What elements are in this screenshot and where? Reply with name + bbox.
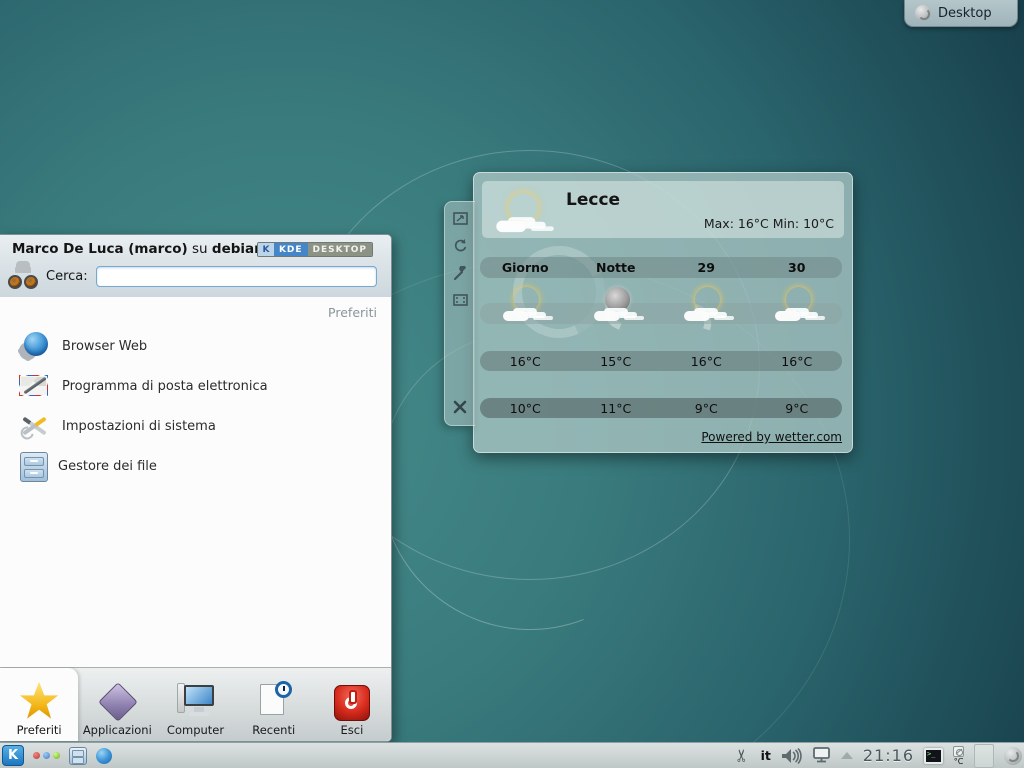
file-manager-launcher-icon[interactable] bbox=[69, 747, 87, 765]
rotate-icon[interactable] bbox=[453, 238, 468, 253]
tab-computer[interactable]: Computer bbox=[156, 668, 234, 741]
temp-value: 9°C bbox=[661, 401, 752, 416]
taskbar-panel: K ✂ it 21:16 °C bbox=[0, 742, 1024, 768]
desktop-toolbox[interactable]: Desktop bbox=[904, 0, 1018, 27]
klipper-scissors-icon[interactable]: ✂ bbox=[735, 748, 752, 762]
sun-cloud-icon bbox=[494, 193, 549, 234]
weather-max-min: Max: 16°C Min: 10°C bbox=[704, 216, 834, 231]
weather-tray-unit: °C bbox=[954, 758, 964, 766]
resize-icon[interactable] bbox=[453, 212, 468, 225]
moon-cloud-icon bbox=[592, 287, 640, 323]
panel-cashew-icon[interactable] bbox=[1004, 747, 1022, 765]
kmenu-button[interactable]: K bbox=[2, 745, 24, 766]
computer-icon bbox=[176, 681, 216, 721]
network-monitor-icon[interactable] bbox=[812, 747, 831, 764]
tab-applicazioni[interactable]: Applicazioni bbox=[78, 668, 156, 741]
close-icon[interactable] bbox=[452, 399, 468, 415]
search-binoculars-icon bbox=[8, 261, 38, 291]
panel-strip[interactable] bbox=[974, 744, 994, 768]
power-icon bbox=[334, 685, 370, 721]
weather-high-temps: 16°C 15°C 16°C 16°C bbox=[480, 351, 842, 371]
badge-kde-label: KDE bbox=[274, 243, 308, 256]
user-name: Marco De Luca (marco) bbox=[12, 241, 188, 257]
tab-label: Applicazioni bbox=[83, 723, 152, 737]
column-label: 29 bbox=[661, 260, 752, 275]
sun-cloud-icon bbox=[773, 287, 821, 323]
browser-launcher-icon[interactable] bbox=[96, 748, 112, 764]
desktop-toolbox-label: Desktop bbox=[938, 6, 992, 21]
temp-value: 15°C bbox=[571, 354, 662, 369]
temp-value: 16°C bbox=[661, 354, 752, 369]
kde-logo-icon: K bbox=[258, 243, 274, 256]
volume-icon[interactable] bbox=[781, 748, 802, 764]
column-label: 30 bbox=[752, 260, 843, 275]
tab-label: Recenti bbox=[252, 723, 295, 737]
temp-value: 16°C bbox=[480, 354, 571, 369]
kickoff-menu: Marco De Luca (marco) su debian K KDE DE… bbox=[0, 234, 392, 742]
cashew-icon bbox=[915, 5, 931, 21]
section-label: Preferiti bbox=[0, 305, 391, 320]
temp-value: 9°C bbox=[752, 401, 843, 416]
keyboard-layout-indicator[interactable]: it bbox=[761, 748, 771, 763]
document-clock-icon bbox=[254, 681, 294, 721]
applet-handle[interactable] bbox=[444, 201, 475, 426]
tab-label: Computer bbox=[167, 723, 224, 737]
menu-item-label: Programma di posta elettronica bbox=[62, 379, 268, 394]
pager-dots[interactable] bbox=[33, 752, 60, 759]
weather-header: Lecce Max: 16°C Min: 10°C bbox=[482, 181, 844, 238]
kde-desktop-badge: K KDE DESKTOP bbox=[257, 242, 373, 257]
kickoff-tabbar: Preferiti Applicazioni Computer Recenti … bbox=[0, 667, 391, 741]
temp-value: 16°C bbox=[752, 354, 843, 369]
tab-preferiti[interactable]: Preferiti bbox=[0, 668, 78, 741]
crossed-tools-icon bbox=[18, 410, 50, 442]
tab-label: Preferiti bbox=[17, 723, 62, 737]
title-connector: su bbox=[188, 241, 212, 257]
menu-item-label: Browser Web bbox=[62, 339, 147, 354]
tab-label: Esci bbox=[341, 723, 364, 737]
maximize-icon[interactable] bbox=[453, 294, 468, 306]
weather-icons-row bbox=[480, 303, 842, 324]
menu-item-email[interactable]: Programma di posta elettronica bbox=[0, 366, 391, 406]
weather-widget: Lecce Max: 16°C Min: 10°C Giorno Notte 2… bbox=[473, 172, 853, 453]
menu-item-file-manager[interactable]: Gestore dei file bbox=[0, 446, 391, 486]
globe-gear-icon bbox=[18, 330, 50, 362]
sun-cloud-icon bbox=[501, 287, 549, 323]
desktop: { "desktop": { "toolbox_label": "Desktop… bbox=[0, 0, 1024, 768]
file-cabinet-icon bbox=[20, 452, 48, 482]
configure-wrench-icon[interactable] bbox=[453, 266, 468, 281]
badge-desktop-label: DESKTOP bbox=[308, 243, 372, 256]
weather-city: Lecce bbox=[566, 190, 620, 210]
menu-item-label: Impostazioni di sistema bbox=[62, 419, 216, 434]
tab-recenti[interactable]: Recenti bbox=[235, 668, 313, 741]
column-label: Giorno bbox=[480, 260, 571, 275]
wetter-link[interactable]: Powered by wetter.com bbox=[701, 430, 842, 444]
system-tray: ✂ it 21:16 °C bbox=[736, 744, 1022, 768]
menu-item-system-settings[interactable]: Impostazioni di sistema bbox=[0, 406, 391, 446]
terminal-tray-icon[interactable] bbox=[924, 748, 943, 764]
search-label: Cerca: bbox=[46, 269, 88, 284]
menu-item-label: Gestore dei file bbox=[58, 459, 157, 474]
temp-value: 10°C bbox=[480, 401, 571, 416]
sun-cloud-icon bbox=[682, 287, 730, 323]
menu-item-browser-web[interactable]: Browser Web bbox=[0, 326, 391, 366]
tab-esci[interactable]: Esci bbox=[313, 668, 391, 741]
column-label: Notte bbox=[571, 260, 662, 275]
kickoff-favorites: Preferiti Browser Web Programma di posta… bbox=[0, 297, 391, 667]
weather-tray-icon[interactable]: °C bbox=[953, 746, 964, 766]
star-icon bbox=[19, 681, 59, 721]
weather-column-headers: Giorno Notte 29 30 bbox=[480, 257, 842, 278]
weather-low-temps: 10°C 11°C 9°C 9°C bbox=[480, 398, 842, 418]
temp-value: 11°C bbox=[571, 401, 662, 416]
mail-envelope-icon bbox=[18, 370, 50, 402]
kickoff-header: Marco De Luca (marco) su debian K KDE DE… bbox=[0, 235, 391, 297]
host-name: debian bbox=[212, 241, 264, 257]
tray-expand-arrow-icon[interactable] bbox=[841, 752, 853, 759]
kde-diamond-icon bbox=[97, 681, 137, 721]
digital-clock[interactable]: 21:16 bbox=[863, 746, 914, 765]
search-input[interactable] bbox=[96, 266, 377, 287]
